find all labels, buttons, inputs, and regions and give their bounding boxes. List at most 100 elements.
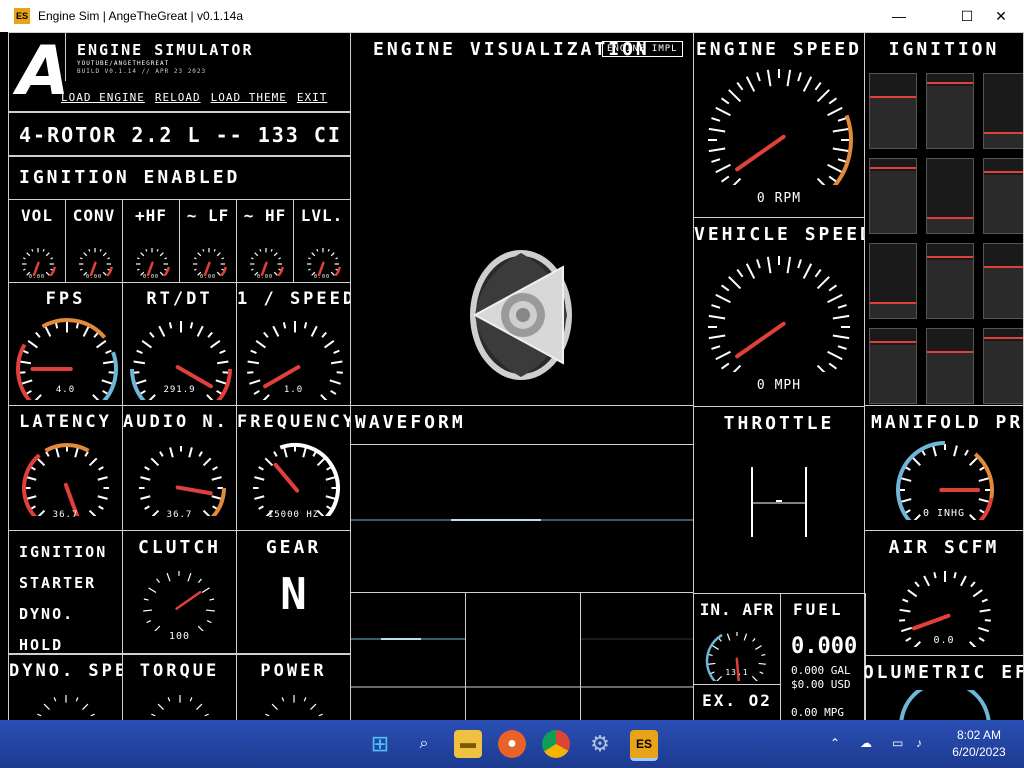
menu-load-engine[interactable]: LOAD ENGINE [61,91,145,104]
perf-gauge-value: 291.9 [163,385,196,395]
small-gauge-panel: +HF 0.00 [122,199,180,283]
ignition-status: IGNITION ENABLED [19,167,241,188]
torque-gauge [145,691,215,720]
firefox-icon[interactable]: ● [498,730,526,758]
ignition-cell [869,158,917,234]
monitor-icon[interactable]: ▭ [892,736,903,750]
small-gauge-panel: ~ HF 0.00 [236,199,294,283]
small-gauge-label: +HF [135,206,167,225]
scope-panel-1 [350,592,466,720]
manifold-title: MANIFOLD PRESSURE [871,412,1024,433]
clock-date[interactable]: 6/20/2023 [946,745,1012,759]
intake-afr-value: 13.1 [725,668,749,677]
rpm-gauge [704,65,854,185]
gear-value: N [280,569,307,620]
audio-gauge-panel: FREQUENCY 15000 HZ [236,405,351,531]
fuel-volume: 0.000 L [791,634,865,659]
small-gauge-dial [246,244,286,276]
perf-gauge-label: RT/DT [146,289,213,309]
vehicle-speed-panel: VEHICLE SPEED 0 MPH [693,217,865,407]
perf-gauge-panel: 1 / SPEED 1.0 [236,282,351,406]
perf-gauge-panel: RT/DT 291.9 [122,282,237,406]
engine-speed-panel: ENGINE SPEED 0 RPM [693,32,865,218]
power-title: POWER [260,661,327,681]
rotary-engine-visual [470,250,572,380]
audio-gauge-dial [21,442,113,516]
small-gauge-value: 0.00 [142,274,160,280]
control-dyno[interactable]: DYNO. [19,599,107,630]
control-starter[interactable]: STARTER [19,568,107,599]
intake-afr-title: IN. AFR [699,600,775,619]
perf-gauge-value: 1.0 [283,385,304,395]
ignition-panel-title: IGNITION [888,39,1000,60]
chrome-icon[interactable] [542,730,570,758]
perf-gauge-value: 4.0 [55,385,76,395]
menu-exit[interactable]: EXIT [297,91,328,104]
small-gauge-value: 0.00 [313,274,331,280]
power-gauge [259,691,329,720]
small-gauge-value: 0.00 [256,274,274,280]
app-name: ENGINE SIMULATOR [77,41,254,59]
fuel-title: FUEL [793,600,844,619]
file-explorer-icon[interactable]: ▬ [454,730,482,758]
throttle-panel: THROTTLE [693,406,865,594]
menu-load-theme[interactable]: LOAD THEME [211,91,287,104]
perf-gauge-label: FPS [45,289,86,309]
volume-icon[interactable]: ♪ [916,736,922,750]
torque-title: TORQUE [139,661,220,681]
engine-sim-app: A ENGINE SIMULATOR YOUTUBE/ANGETHEGREAT … [8,32,1024,720]
small-gauge-panel: LVL. 0.00 [293,199,351,283]
chevron-up-icon[interactable]: ⌃ [830,736,840,750]
small-gauge-dial [75,244,115,276]
ignition-cell [869,243,917,319]
audio-gauge-label: FREQUENCY [237,412,351,432]
ignition-cell [926,243,974,319]
close-button[interactable]: ✕ [978,0,1024,32]
audio-gauge-panel: AUDIO N. BUFFER 36.7 [122,405,237,531]
throttle-title: THROTTLE [723,413,835,434]
gear-title: GEAR [265,537,322,558]
volumetric-title: VOLUMETRIC EFF [864,662,1023,683]
ignition-cell [926,158,974,234]
small-gauge-dial [18,244,58,276]
audio-gauge-panel: LATENCY 36.7 [8,405,123,531]
perf-gauge-label: 1 / SPEED [237,289,351,309]
mph-value: 0 MPH [756,378,802,393]
fuel-panel: FUEL 0.000 L 0.000 GAL $0.00 USD 0.00 MP… [780,593,866,720]
waveform-title: WAVEFORM [355,412,466,433]
search-icon[interactable]: ⌕ [410,730,438,758]
scope-panel-3 [580,592,694,720]
start-icon[interactable]: ⊞ [366,730,394,758]
engine-name: 4-ROTOR 2.2 L -- 133 CI [19,123,342,147]
clutch-title: CLUTCH [137,537,222,558]
audio-gauge-value: 36.7 [52,510,79,520]
small-gauge-label: LVL. [300,206,344,225]
power-panel: POWER [236,654,351,720]
minimize-button[interactable]: — [876,0,922,32]
controls-panel: IGNITION STARTER DYNO. HOLD [8,530,123,654]
ignition-cell [869,328,917,404]
small-gauge-value: 0.00 [28,274,46,280]
rpm-value: 0 RPM [756,191,802,206]
small-gauge-dial [189,244,229,276]
small-gauge-label: ~ HF [243,206,287,225]
menu-reload[interactable]: RELOAD [155,91,201,104]
engine-impl-overlay[interactable]: ENGINE IMPL [602,41,683,57]
ignition-cell [926,73,974,149]
control-ignition[interactable]: IGNITION [19,537,107,568]
audio-gauge-value: 36.7 [166,510,193,520]
network-offline-icon[interactable]: ☁ [860,736,872,750]
small-gauge-dial [303,244,343,276]
small-gauge-panel: VOL 0.00 [8,199,66,283]
engine-sim-icon[interactable]: ES [630,730,658,761]
small-gauge-label: VOL [21,206,53,225]
small-gauge-dial [132,244,172,276]
window-titlebar: ES Engine Sim | AngeTheGreat | v0.1.14a … [0,0,1024,32]
clock-time[interactable]: 8:02 AM [948,728,1010,742]
ignition-status-panel: IGNITION ENABLED [8,156,351,200]
engine-visualization-panel: ENGINE VISUALIZATION ENGINE IMPL [350,32,694,406]
audio-gauge-dial [249,442,341,516]
manifold-value: 0 INHG [922,508,966,519]
control-hold[interactable]: HOLD [19,630,107,653]
settings-icon[interactable]: ⚙ [586,730,614,758]
